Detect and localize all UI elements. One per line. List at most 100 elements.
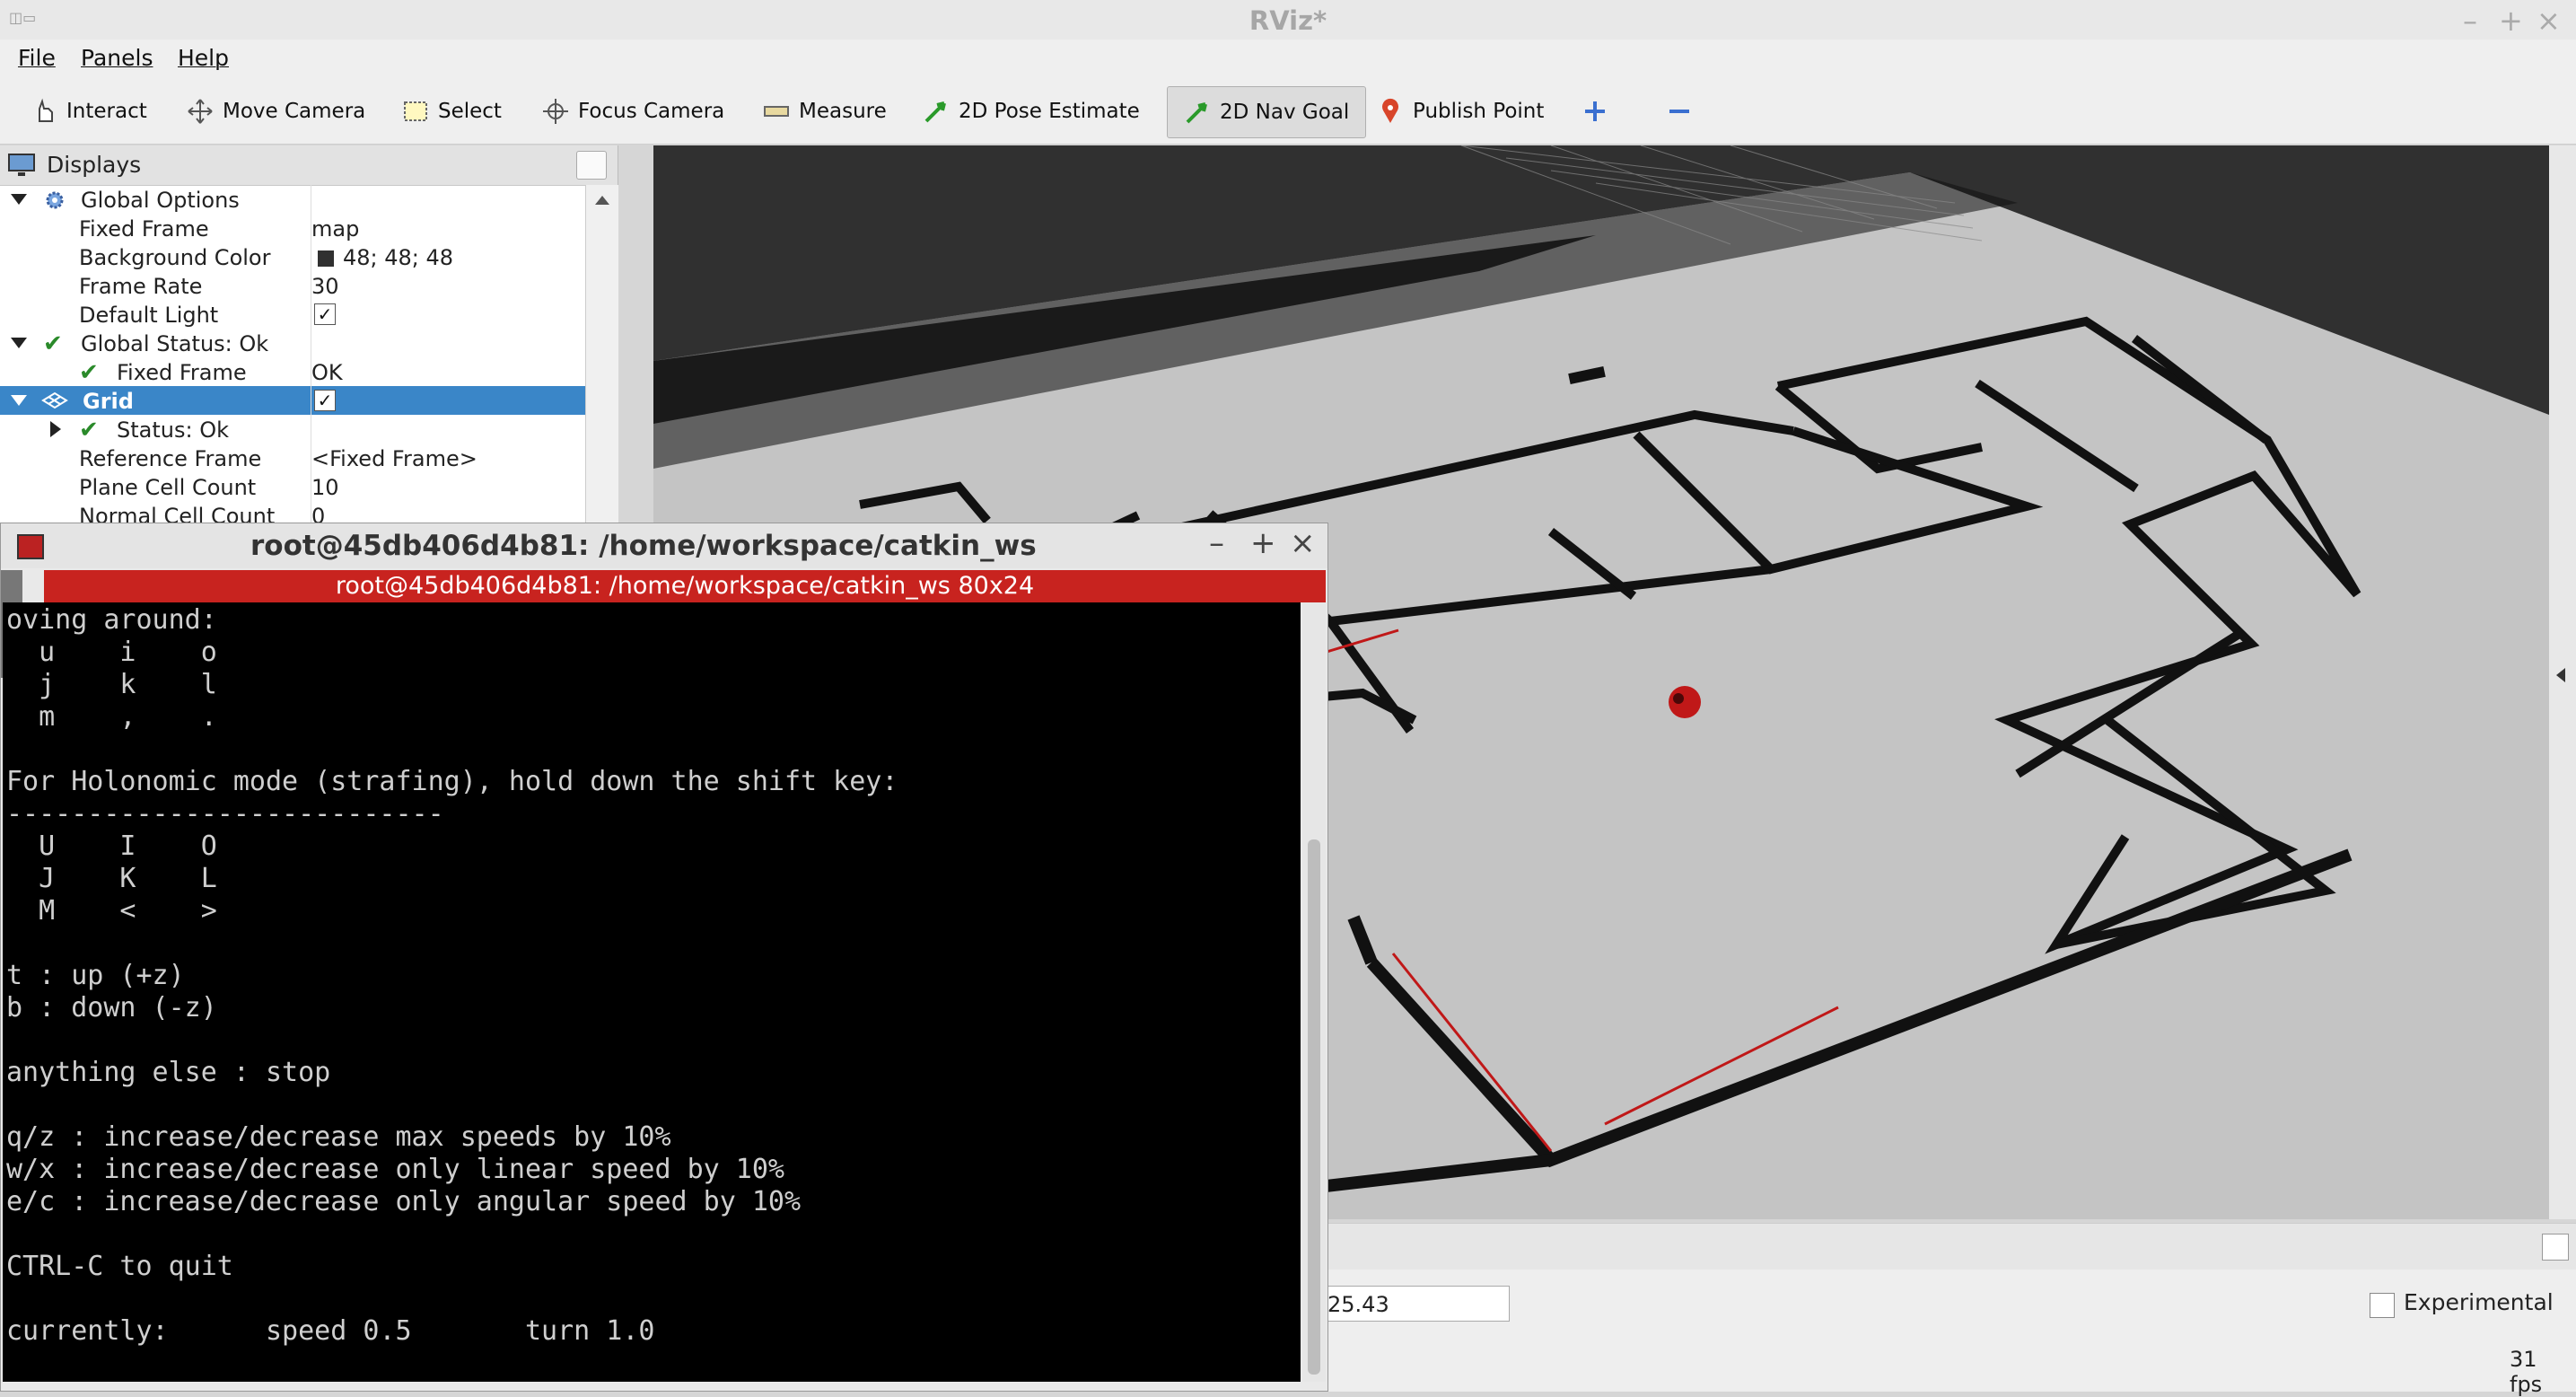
tree-label: Fixed Frame	[79, 216, 209, 242]
close-icon[interactable]: ×	[2537, 4, 2561, 38]
tree-label: Reference Frame	[79, 446, 262, 471]
checkmark-icon: ✔	[79, 359, 99, 386]
maximize-icon[interactable]: +	[1250, 525, 1276, 561]
displays-title: Displays	[47, 152, 142, 178]
green-arrow-icon	[1186, 102, 1207, 124]
hand-pointer-icon	[39, 98, 53, 122]
nav-goal-button[interactable]: 2D Nav Goal	[1167, 86, 1367, 138]
experimental-checkbox[interactable]	[2370, 1293, 2395, 1318]
grid-enabled-checkbox[interactable]: ✓	[314, 390, 336, 411]
status-bar	[1328, 1270, 2576, 1392]
publish-point-button[interactable]: Publish Point	[1377, 92, 1544, 131]
tree-row-global-options[interactable]: Global Options	[0, 185, 585, 214]
undock-button[interactable]	[576, 151, 607, 180]
terminal-title: root@45db406d4b81: /home/workspace/catki…	[250, 530, 1037, 562]
expand-arrow-icon[interactable]	[50, 421, 61, 437]
terminal-title-bar[interactable]: root@45db406d4b81: /home/workspace/catki…	[1, 523, 1327, 568]
nav-goal-label: 2D Nav Goal	[1220, 101, 1350, 124]
tree-row-global-status[interactable]: ✔ Global Status: Ok	[0, 329, 585, 357]
tree-label: Default Light	[79, 303, 219, 328]
toolbar: Interact Move Camera Select Focus Camera…	[0, 79, 2576, 145]
tree-label: Fixed Frame	[117, 360, 247, 385]
time-panel-bar	[1328, 1223, 2576, 1270]
interact-button[interactable]: Interact	[31, 92, 147, 131]
tree-row-fixed-frame[interactable]: Fixed Frame map	[0, 214, 585, 242]
experimental-label: Experimental	[2404, 1289, 2554, 1315]
tree-row-frame-rate[interactable]: Frame Rate 30	[0, 271, 585, 300]
crosshair-icon	[543, 99, 568, 124]
color-swatch[interactable]	[318, 250, 334, 267]
tree-value: OK	[311, 360, 343, 385]
green-arrow-icon	[924, 101, 946, 123]
publish-point-label: Publish Point	[1413, 100, 1545, 123]
tree-row-status-fixed-frame[interactable]: ✔ Fixed Frame OK	[0, 357, 585, 386]
remove-tool-button[interactable]	[1666, 92, 1693, 131]
tree-label: Normal Cell Count	[79, 504, 276, 523]
focus-camera-label: Focus Camera	[578, 100, 725, 123]
menu-file[interactable]: File	[18, 45, 56, 71]
close-icon[interactable]: ×	[1290, 525, 1316, 561]
grid-icon	[41, 391, 68, 409]
scroll-up-icon[interactable]	[595, 196, 609, 205]
tree-row-reference-frame[interactable]: Reference Frame <Fixed Frame>	[0, 444, 585, 472]
minimize-icon[interactable]: –	[1209, 525, 1224, 561]
terminal-output[interactable]: oving around: u i o j k l m , . For Holo…	[3, 602, 1301, 1382]
time-panel-button[interactable]	[2542, 1234, 2569, 1261]
map-pin-icon	[1382, 98, 1398, 123]
tree-value[interactable]: map	[311, 216, 359, 242]
default-light-checkbox[interactable]: ✓	[314, 303, 336, 325]
expand-arrow-icon[interactable]	[11, 395, 27, 406]
pose-estimate-button[interactable]: 2D Pose Estimate	[923, 92, 1140, 131]
menu-panels[interactable]: Panels	[81, 45, 153, 71]
gear-icon	[46, 191, 64, 209]
tree-value[interactable]: <Fixed Frame>	[311, 446, 478, 471]
monitor-icon	[8, 154, 35, 176]
displays-header: Displays	[0, 145, 618, 186]
tree-row-plane-cell-count[interactable]: Plane Cell Count 10	[0, 472, 585, 501]
coordinate-readout[interactable]: 25.43	[1319, 1286, 1510, 1322]
views-panel-collapsed[interactable]	[2549, 145, 2576, 1219]
tree-label: Background Color	[79, 245, 271, 270]
tree-row-grid-status[interactable]: ✔ Status: Ok	[0, 415, 585, 444]
tree-label: Status: Ok	[117, 417, 229, 443]
move-camera-button[interactable]: Move Camera	[187, 92, 365, 131]
tree-row-normal-cell-count[interactable]: Normal Cell Count 0	[0, 501, 585, 523]
tree-value[interactable]: 10	[311, 475, 339, 500]
measure-button[interactable]: Measure	[763, 92, 887, 131]
move-camera-label: Move Camera	[223, 100, 366, 123]
add-tool-button[interactable]	[1582, 92, 1608, 131]
tree-value[interactable]: 48; 48; 48	[343, 245, 453, 270]
expand-arrow-icon[interactable]	[11, 194, 27, 205]
checkmark-icon: ✔	[43, 330, 63, 357]
tree-value[interactable]: 0	[311, 504, 325, 523]
terminal-tab[interactable]: root@45db406d4b81: /home/workspace/catki…	[44, 570, 1326, 602]
title-bar: ◫▭ RViz* – + ×	[0, 0, 2576, 40]
tree-label: Plane Cell Count	[79, 475, 257, 500]
select-box-icon	[404, 101, 427, 121]
menu-bar: File Panels Help	[0, 40, 2576, 79]
tree-label: Global Options	[81, 188, 240, 213]
tree-label: Global Status: Ok	[81, 331, 269, 356]
displays-scrollbar[interactable]	[585, 185, 618, 523]
terminal-window[interactable]: root@45db406d4b81: /home/workspace/catki…	[0, 523, 1328, 1392]
expand-arrow-icon[interactable]	[11, 338, 27, 348]
terminal-icon	[17, 534, 44, 559]
terminal-scrollbar[interactable]	[1302, 602, 1326, 1382]
tree-row-background-color[interactable]: Background Color 48; 48; 48	[0, 242, 585, 271]
maximize-icon[interactable]: +	[2499, 4, 2523, 38]
measure-label: Measure	[799, 100, 887, 123]
tree-row-default-light[interactable]: Default Light ✓	[0, 300, 585, 329]
tree-value[interactable]: 30	[311, 274, 339, 299]
move-arrows-icon	[188, 99, 213, 124]
fps-readout: 31 fps	[2510, 1347, 2543, 1397]
displays-tree: Global Options Fixed Frame map Backgroun…	[0, 185, 585, 523]
scroll-thumb[interactable]	[1308, 839, 1320, 1375]
menu-help[interactable]: Help	[178, 45, 229, 71]
focus-camera-button[interactable]: Focus Camera	[542, 92, 724, 131]
tree-row-grid[interactable]: Grid ✓	[0, 386, 585, 415]
terminal-text: oving around: u i o j k l m , . For Holo…	[6, 604, 898, 1347]
expand-left-icon[interactable]	[2556, 668, 2565, 682]
select-button[interactable]: Select	[402, 92, 502, 131]
minimize-icon[interactable]: –	[2463, 4, 2477, 38]
pose-estimate-label: 2D Pose Estimate	[959, 100, 1140, 123]
